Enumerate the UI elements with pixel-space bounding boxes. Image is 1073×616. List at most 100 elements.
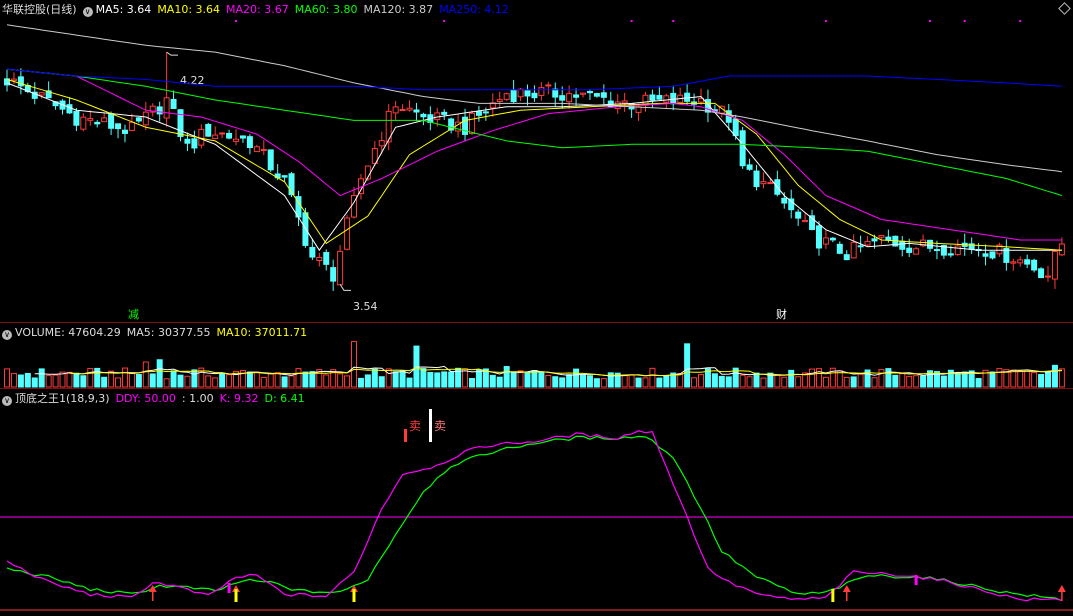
candle-body [170,98,177,109]
volume-bar [177,374,184,388]
candle-body [753,170,760,188]
candle-body [226,132,233,139]
candle-body [788,198,795,211]
candle-body [670,92,677,105]
volume-bar [1051,364,1058,388]
volume-bar [746,376,753,388]
candle-body [156,106,163,115]
candle-body [857,245,864,248]
candle-body [510,89,517,103]
volume-bar [337,373,344,388]
candle-body [906,247,913,253]
candle-body [885,236,892,241]
candle-body [163,97,170,119]
volume-bar [642,377,649,388]
k-line [6,430,1063,602]
volume-bar [170,370,177,388]
volume-bar [940,375,947,388]
candle-body [545,84,552,87]
candle-body [829,237,836,241]
candle-body [503,93,510,100]
candle-body [135,117,142,122]
volume-bar [996,368,1003,388]
candle-body [399,108,406,111]
volume-bar [850,376,857,388]
volume-bar [954,372,961,388]
candle-body [115,123,122,130]
volume-bar [413,345,420,388]
signal-dot [929,20,932,22]
volume-bar [975,378,982,388]
candle-body [621,100,628,104]
volume-bar [822,376,829,388]
volume-bar [17,374,24,388]
high-pointer [166,51,178,56]
ma120-label: MA120: 3.87 [363,3,434,16]
volume-ma10-label: MA10: 37011.71 [216,326,308,339]
signal-dot [1019,20,1022,22]
volume-panel: ∨ VOLUME: 47604.29 MA5: 30377.55 MA10: 3701… [0,322,1073,389]
volume-bar [1038,373,1045,388]
volume-bar [1031,372,1038,388]
signal-dot [443,20,446,22]
volume-bar [406,377,413,388]
volume-bar [538,371,545,388]
candle-body [260,148,267,152]
candle-body [441,111,448,115]
candle-body [559,95,566,101]
volume-bar [427,372,434,388]
candle-body [531,92,538,99]
volume-bar [184,375,191,388]
collapse-icon[interactable]: ∨ [2,330,12,340]
candle-body [767,182,774,185]
volume-bar [552,376,559,388]
volume-bar [1017,370,1024,388]
buy-signal-arrow [1057,585,1066,592]
volume-bar [684,343,691,388]
volume-bar [1058,368,1065,388]
volume-bar [961,371,968,388]
candle-body [475,111,482,116]
volume-ma5-label: MA5: 30377.55 [126,326,211,339]
candle-body [781,197,788,204]
k-label: K: 9.32 [219,392,259,405]
candle-body [94,121,101,125]
volume-bar [121,367,128,388]
candle-body [913,248,920,255]
volume-bar [635,377,642,388]
candle-body [406,107,413,111]
low-label: 3.54 [353,300,378,313]
volume-bar [219,372,226,388]
ma5-label: MA5: 3.64 [95,3,152,16]
volume-bar [559,377,566,388]
volume-bar [677,373,684,388]
volume-bar [649,367,656,388]
signal-dot [824,20,827,22]
volume-bar [663,375,670,388]
collapse-icon[interactable]: ∨ [2,396,12,406]
signal-dot [630,20,633,22]
sell-label-red: 卖 [409,419,421,433]
candle-body [468,112,475,135]
candle-body [191,138,198,149]
volume-bar [718,375,725,388]
volume-bar [357,377,364,388]
volume-bar [392,371,399,388]
volume-bar [468,377,475,388]
candle-body [198,128,205,146]
candle-body [836,243,843,254]
candle-body [933,249,940,252]
volume-bar [920,375,927,388]
volume-bar [871,377,878,388]
candle-body [649,94,656,101]
volume-bar [725,376,732,388]
volume-bar [295,368,302,388]
buy-signal-bar [234,589,238,602]
volume-label: VOLUME: 47604.29 [15,326,121,339]
candle-body [184,138,191,144]
candle-body [954,245,961,256]
volume-bar [135,373,142,388]
collapse-icon[interactable]: ∨ [82,7,93,17]
volume-bar [774,374,781,388]
candle-body [233,138,240,142]
